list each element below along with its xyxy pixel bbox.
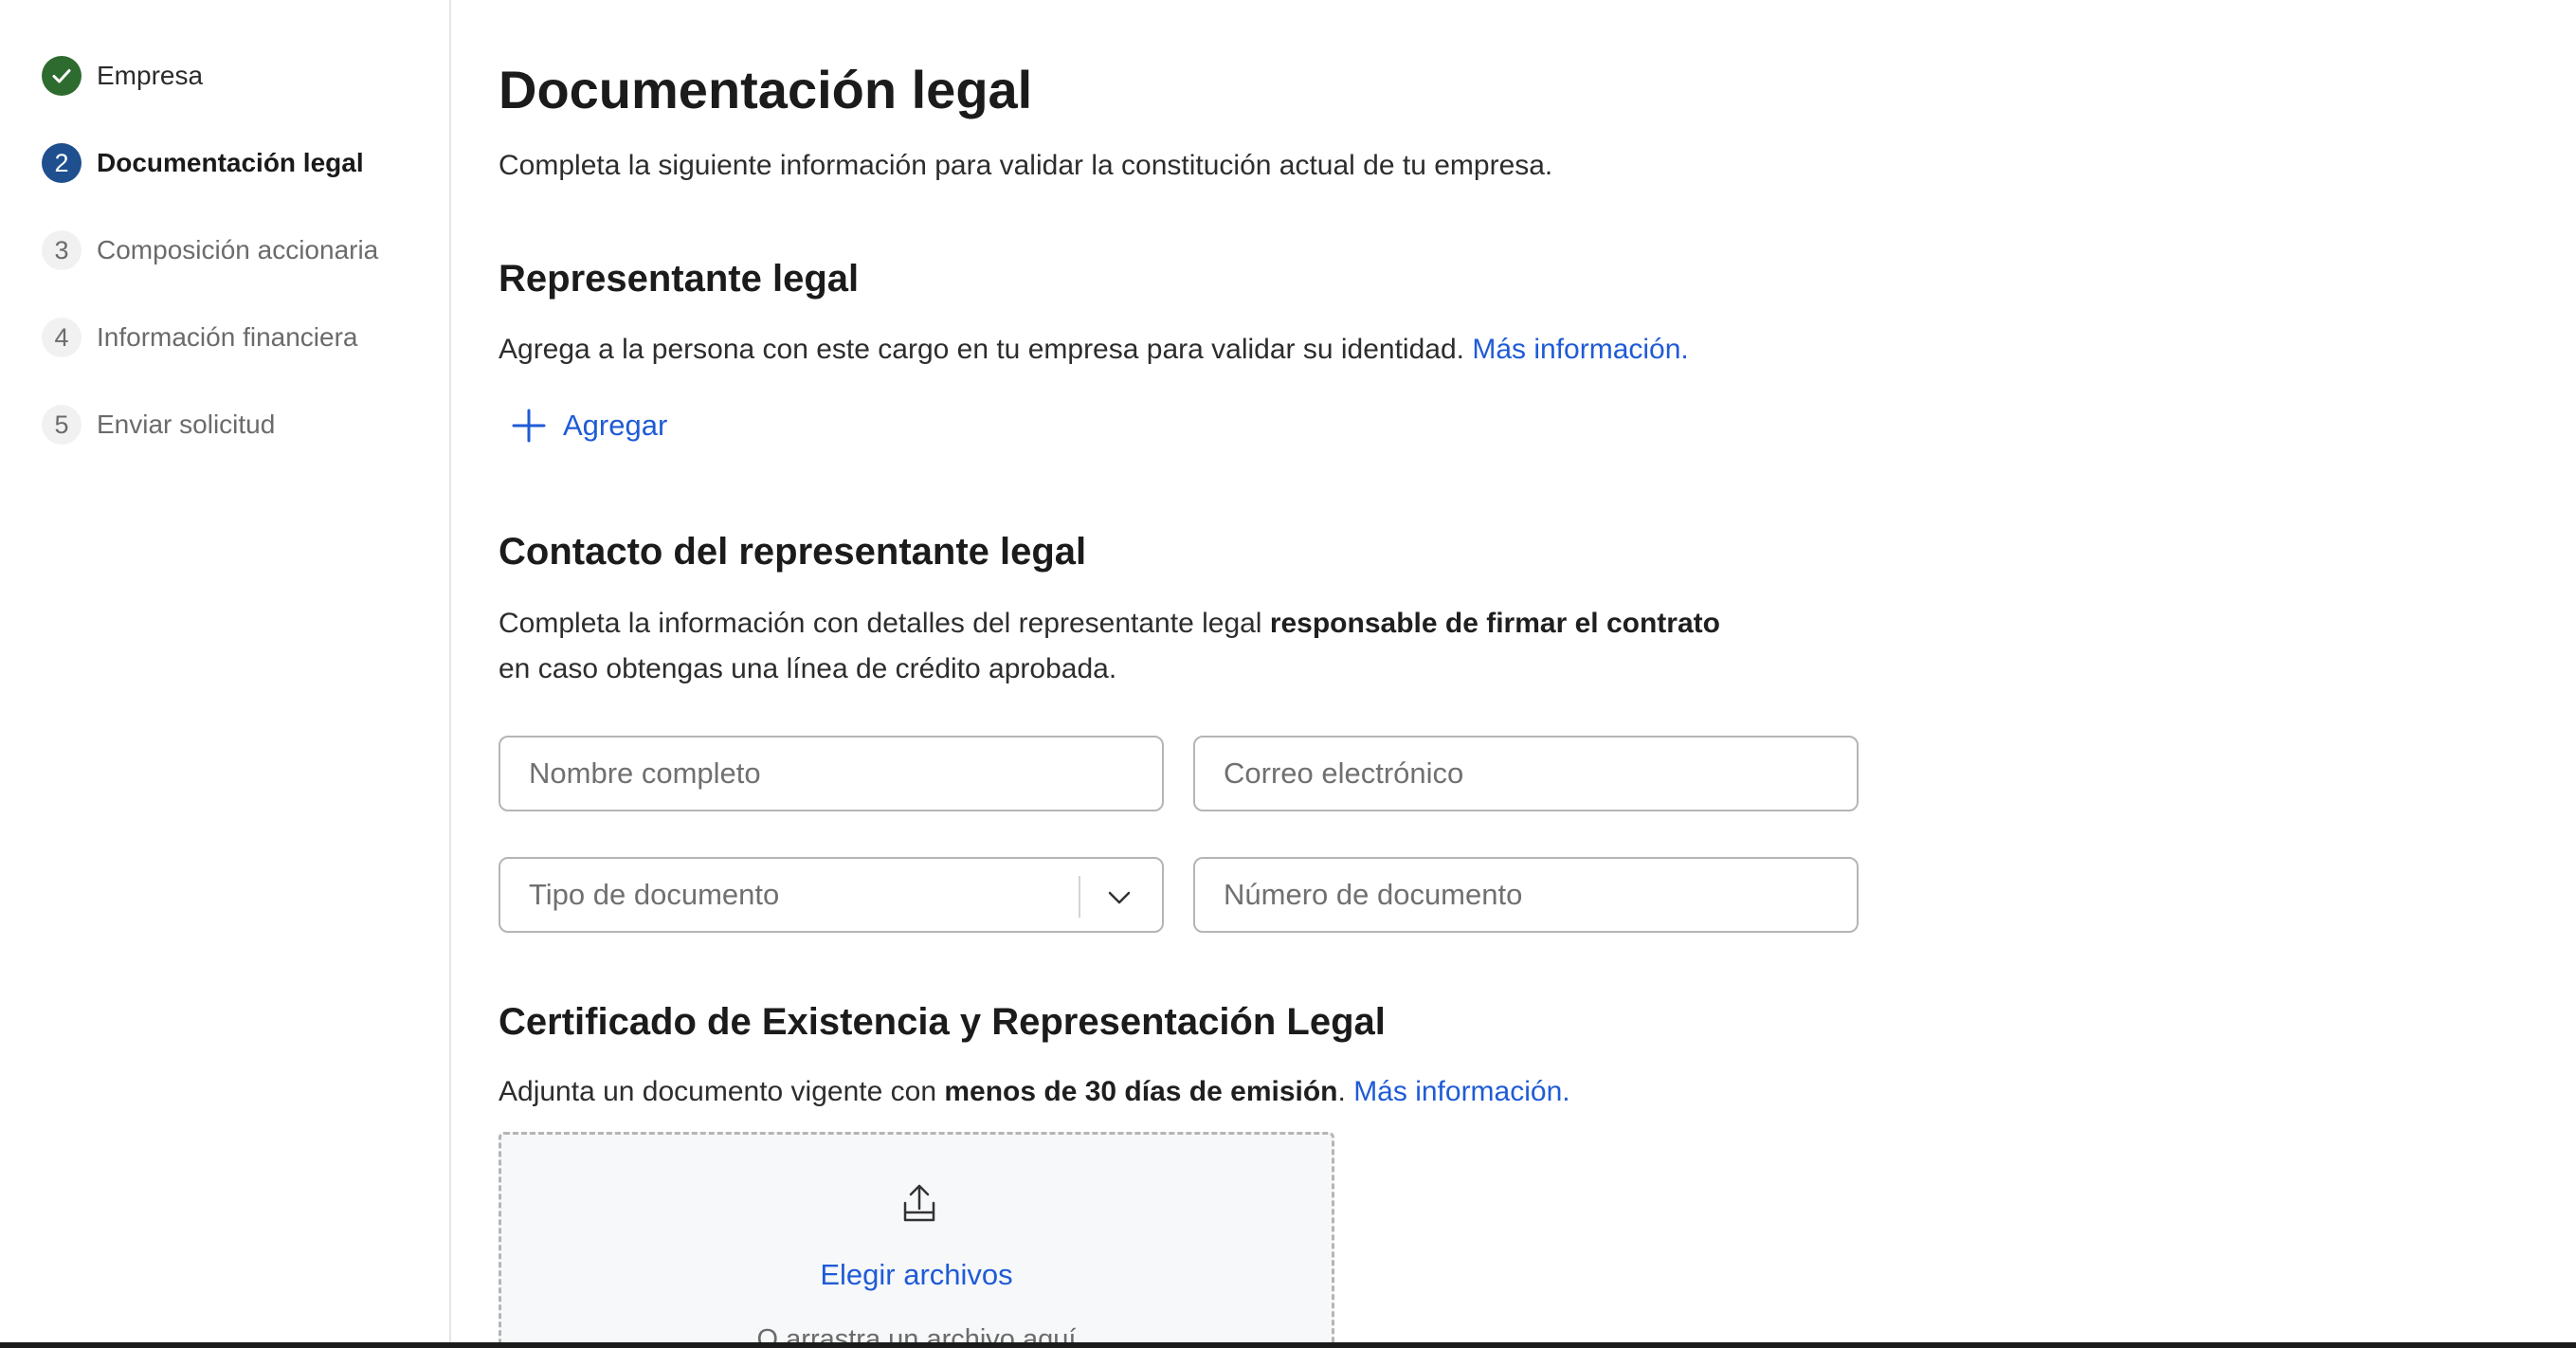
representante-description: Agrega a la persona con este cargo en tu… <box>499 334 1464 365</box>
elegir-archivos-button[interactable]: Elegir archivos <box>501 1258 1332 1292</box>
step-enviar-solicitud[interactable]: 5 Enviar solicitud <box>42 404 275 446</box>
step-empresa[interactable]: Empresa <box>42 55 203 97</box>
step-done-badge <box>42 56 82 96</box>
step-label: Enviar solicitud <box>97 410 276 439</box>
certificado-mas-informacion-link[interactable]: Más información. <box>1353 1076 1569 1107</box>
numero-documento-field[interactable] <box>1193 857 1859 933</box>
step-number-badge: 3 <box>42 230 82 270</box>
representante-title: Representante legal <box>499 258 860 300</box>
step-informacion-financiera[interactable]: 4 Información financiera <box>42 317 357 358</box>
contacto-text: Completa la información con detalles del… <box>499 601 1720 692</box>
tipo-documento-select[interactable]: Tipo de documento <box>499 857 1164 933</box>
contacto-description-line2: en caso obtengas una línea de crédito ap… <box>499 653 1117 684</box>
certificado-description: Adjunta un documento vigente con <box>499 1076 945 1107</box>
chevron-down-icon <box>1108 891 1131 904</box>
add-representante-button[interactable]: Agregar <box>510 402 667 449</box>
check-icon <box>52 69 71 83</box>
select-divider <box>1079 876 1080 918</box>
upload-icon <box>903 1184 935 1222</box>
app-root: Empresa 2 Documentación legal 3 Composic… <box>0 0 2576 1348</box>
step-label: Empresa <box>97 61 204 90</box>
mas-informacion-link[interactable]: Más información. <box>1472 334 1688 365</box>
bottom-edge-bar <box>0 1342 2576 1348</box>
page-title: Documentación legal <box>499 60 1033 119</box>
plus-icon <box>512 409 546 443</box>
contacto-title: Contacto del representante legal <box>499 531 1087 573</box>
nombre-completo-field[interactable] <box>499 736 1164 811</box>
step-number-badge: 5 <box>42 405 82 445</box>
step-label: Información financiera <box>97 322 358 352</box>
certificado-text: Adjunta un documento vigente con menos d… <box>499 1069 1570 1115</box>
contacto-bold-text: responsable de firmar el contrato <box>1269 608 1720 639</box>
step-composicion-accionaria[interactable]: 3 Composición accionaria <box>42 229 378 271</box>
certificado-bold-text: menos de 30 días de emisión <box>944 1076 1338 1107</box>
step-label: Composición accionaria <box>97 235 379 264</box>
steps-sidebar: Empresa 2 Documentación legal 3 Composic… <box>0 0 451 1348</box>
tipo-documento-placeholder: Tipo de documento <box>529 878 780 911</box>
contacto-description: Completa la información con detalles del… <box>499 608 1270 639</box>
step-documentacion-legal[interactable]: 2 Documentación legal <box>42 142 364 184</box>
step-label: Documentación legal <box>97 148 364 177</box>
file-dropzone[interactable]: Elegir archivos O arrastra un archivo aq… <box>499 1132 1334 1348</box>
step-number-badge: 2 <box>42 143 82 183</box>
correo-electronico-field[interactable] <box>1193 736 1859 811</box>
step-number-badge: 4 <box>42 318 82 357</box>
add-label: Agregar <box>563 409 668 442</box>
page-subtitle: Completa la siguiente información para v… <box>499 150 1553 181</box>
representante-text: Agrega a la persona con este cargo en tu… <box>499 327 1689 373</box>
certificado-title: Certificado de Existencia y Representaci… <box>499 1001 1386 1043</box>
certificado-period: . <box>1337 1076 1346 1107</box>
